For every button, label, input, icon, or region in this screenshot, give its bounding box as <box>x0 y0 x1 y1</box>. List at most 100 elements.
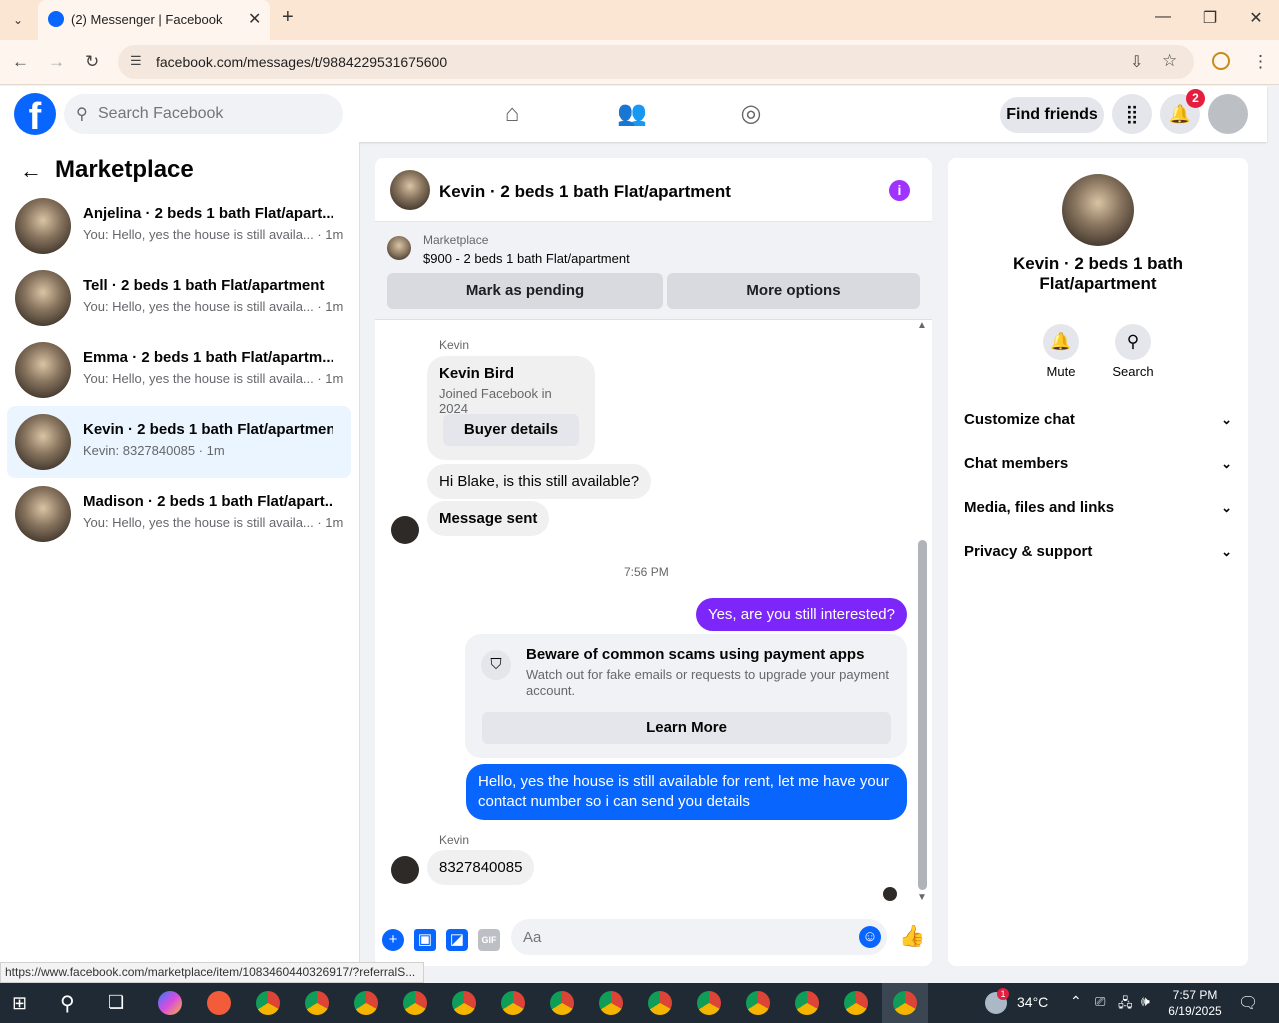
home-icon[interactable]: ⌂ <box>496 98 528 130</box>
scroll-down-arrow-icon[interactable]: ▼ <box>917 892 927 903</box>
chrome-icon[interactable] <box>746 991 770 1015</box>
groups-icon[interactable]: ◎ <box>735 98 767 130</box>
mark-as-pending-button[interactable]: Mark as pending <box>387 273 663 309</box>
tab-search-icon[interactable]: ⌄ <box>6 8 30 32</box>
sticker-icon[interactable]: ◪ <box>446 929 468 951</box>
windows-start-icon[interactable]: ⊞ <box>12 993 27 1014</box>
learn-more-button[interactable]: Learn More <box>482 712 891 744</box>
clock[interactable]: 7:57 PM 6/19/2025 <box>1160 987 1230 1019</box>
photo-icon[interactable]: ▣ <box>414 929 436 951</box>
chrome-icon[interactable] <box>648 991 672 1015</box>
contact-name: Kevin · 2 beds 1 bath Flat/apartment <box>1012 254 1184 293</box>
scroll-up-arrow-icon[interactable]: ▲ <box>917 320 927 331</box>
sender-avatar[interactable] <box>391 856 419 884</box>
notification-center-icon[interactable]: 🗨 <box>1238 993 1258 1013</box>
minimize-icon[interactable]: — <box>1148 8 1178 26</box>
contact-avatar[interactable] <box>1062 174 1134 246</box>
emoji-icon[interactable]: ☺ <box>859 926 881 948</box>
chevron-down-icon: ⌄ <box>1221 412 1232 427</box>
chat-title[interactable]: Kevin · 2 beds 1 bath Flat/apartment <box>439 182 731 202</box>
conversation-preview: You: Hello, yes the house is still avail… <box>83 515 344 530</box>
chat-avatar[interactable] <box>390 170 430 210</box>
conversation-item-active[interactable]: Kevin · 2 beds 1 bath Flat/apartment Kev… <box>7 406 351 478</box>
chrome-icon[interactable] <box>599 991 623 1015</box>
conversation-item[interactable]: Tell · 2 beds 1 bath Flat/apartment You:… <box>7 262 351 334</box>
close-tab-icon[interactable]: ✕ <box>248 9 261 29</box>
chrome-icon[interactable] <box>844 991 868 1015</box>
install-app-icon[interactable]: ⇩ <box>1130 52 1143 72</box>
address-bar[interactable]: ☰ facebook.com/messages/t/98842295316756… <box>118 45 1194 79</box>
meet-now-icon[interactable]: ⎚ <box>1095 994 1105 1010</box>
listing-thumbnail <box>15 414 71 470</box>
chrome-icon[interactable] <box>697 991 721 1015</box>
friends-icon[interactable]: 👥 <box>616 98 648 130</box>
menu-dots-icon[interactable]: ⋮ <box>1252 52 1269 72</box>
browser-tab[interactable]: (2) Messenger | Facebook ✕ <box>38 0 270 40</box>
shield-icon: ⛉ <box>481 650 511 680</box>
search-icon[interactable]: ⚲ <box>1115 324 1151 360</box>
conversation-name: Tell · 2 beds 1 bath Flat/apartment <box>83 277 325 294</box>
tab-title: (2) Messenger | Facebook <box>71 12 223 27</box>
account-avatar[interactable] <box>1208 94 1248 134</box>
back-arrow-icon[interactable]: ← <box>20 158 42 184</box>
warning-title: Beware of common scams using payment app… <box>526 646 865 663</box>
chrome-icon[interactable] <box>256 991 280 1015</box>
conversation-item[interactable]: Madison · 2 beds 1 bath Flat/apart... Yo… <box>7 478 351 550</box>
app-icon[interactable] <box>207 991 231 1015</box>
media-files-links-section[interactable]: Media, files and links ⌄ <box>964 493 1232 523</box>
active-taskbar-item[interactable] <box>882 983 928 1023</box>
privacy-support-section[interactable]: Privacy & support ⌄ <box>964 537 1232 567</box>
listing-thumbnail <box>15 270 71 326</box>
task-view-icon[interactable]: ❏ <box>108 992 124 1013</box>
conversation-preview: You: Hello, yes the house is still avail… <box>83 227 344 242</box>
network-icon[interactable]: 🖧 <box>1118 994 1133 1016</box>
thumbs-up-icon[interactable]: 👍 <box>899 925 925 949</box>
facebook-logo-icon[interactable]: f <box>14 93 56 135</box>
listing-title[interactable]: $900 - 2 beds 1 bath Flat/apartment <box>423 251 630 266</box>
back-icon[interactable]: ← <box>12 52 29 72</box>
chat-window: Kevin · 2 beds 1 bath Flat/apartment i M… <box>375 158 932 966</box>
temperature[interactable]: 34°C <box>1017 994 1048 1010</box>
new-tab-icon[interactable]: + <box>282 6 294 29</box>
chrome-icon[interactable] <box>305 991 329 1015</box>
chrome-icon[interactable] <box>403 991 427 1015</box>
conversation-item[interactable]: Anjelina · 2 beds 1 bath Flat/apart... Y… <box>7 190 351 262</box>
mute-bell-icon[interactable]: 🔔 <box>1043 324 1079 360</box>
profile-icon[interactable] <box>1212 52 1230 70</box>
section-label: Privacy & support <box>964 543 1093 560</box>
chrome-icon[interactable] <box>452 991 476 1015</box>
search-input[interactable] <box>98 94 328 134</box>
restore-icon[interactable]: ❐ <box>1195 8 1225 28</box>
gif-icon[interactable]: GIF <box>478 929 500 951</box>
menu-grid-icon[interactable]: ⣿ <box>1112 94 1152 134</box>
site-info-icon[interactable]: ☰ <box>130 53 142 69</box>
copilot-icon[interactable] <box>158 991 182 1015</box>
chat-scrollbar[interactable] <box>918 540 927 890</box>
chevron-up-icon[interactable]: ⌃ <box>1070 993 1082 1010</box>
chrome-icon[interactable] <box>550 991 574 1015</box>
sender-avatar[interactable] <box>391 516 419 544</box>
customize-chat-section[interactable]: Customize chat ⌄ <box>964 405 1232 435</box>
chrome-icon[interactable] <box>795 991 819 1015</box>
bookmark-star-icon[interactable]: ☆ <box>1162 51 1177 71</box>
search-box[interactable]: ⚲ <box>64 94 343 134</box>
scam-warning-card: ⛉ Beware of common scams using payment a… <box>465 634 907 758</box>
chat-members-section[interactable]: Chat members ⌄ <box>964 449 1232 479</box>
listing-thumbnail[interactable] <box>387 236 411 260</box>
chrome-icon[interactable] <box>354 991 378 1015</box>
buyer-details-button[interactable]: Buyer details <box>443 414 579 446</box>
volume-icon[interactable]: 🕪 <box>1141 993 1150 1010</box>
url-text[interactable]: facebook.com/messages/t/9884229531675600 <box>156 54 447 70</box>
close-window-icon[interactable]: ✕ <box>1241 8 1271 28</box>
forward-icon[interactable]: → <box>48 52 65 72</box>
conversation-item[interactable]: Emma · 2 beds 1 bath Flat/apartm... You:… <box>7 334 351 406</box>
search-icon[interactable]: ⚲ <box>60 991 75 1016</box>
panel-title: Marketplace <box>55 156 194 183</box>
plus-icon[interactable]: + <box>382 929 404 951</box>
info-icon[interactable]: i <box>889 180 910 201</box>
chrome-icon[interactable] <box>501 991 525 1015</box>
find-friends-button[interactable]: Find friends <box>1000 97 1104 133</box>
message-input[interactable] <box>511 919 887 955</box>
reload-icon[interactable]: ↻ <box>85 52 99 72</box>
more-options-button[interactable]: More options <box>667 273 920 309</box>
